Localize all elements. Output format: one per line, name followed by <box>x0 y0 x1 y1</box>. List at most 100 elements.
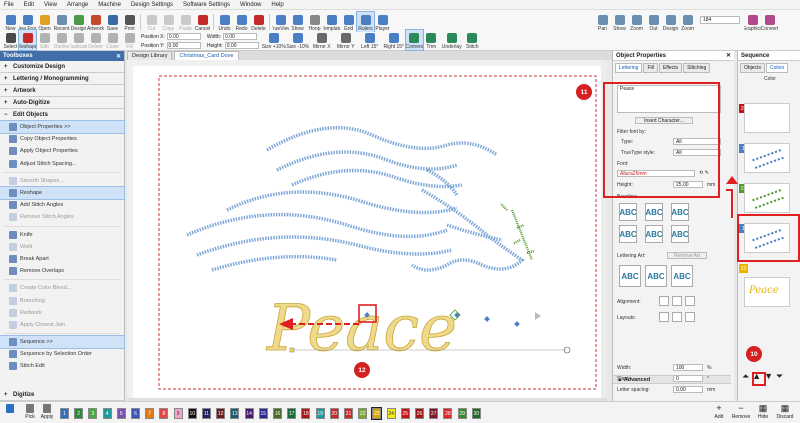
align-right-button[interactable] <box>685 296 695 306</box>
toolbox-item-sequence-by-selection-order[interactable]: Sequence by Selection Order <box>0 348 124 360</box>
toolbox-item-object-properties[interactable]: Object Properties >> <box>0 119 125 135</box>
layout-option[interactable] <box>659 312 669 322</box>
menu-item-design-settings[interactable]: Design Settings <box>131 2 173 8</box>
toolbar-button-redo[interactable]: Redo <box>233 12 250 32</box>
toolbox-category-lettering-monogramming[interactable]: + Lettering / Monogramming <box>0 73 124 85</box>
position-x-input[interactable]: 0.00 <box>166 33 201 40</box>
zoom-value-select[interactable]: 184 <box>700 16 740 24</box>
baseline-option[interactable]: ABC <box>619 203 637 221</box>
lettering-art-option[interactable]: ABC <box>619 265 641 287</box>
doc-tab-christmas-card-dove[interactable]: Christmas_Card Dove <box>174 51 239 60</box>
color-swatch[interactable]: 23 <box>371 407 383 420</box>
transform-underlay[interactable]: Underlay <box>440 30 464 50</box>
width-field-input[interactable]: 0.00 <box>223 33 258 40</box>
color-swatch[interactable]: 2 <box>74 408 84 419</box>
color-swatch[interactable]: 21 <box>344 408 353 419</box>
palette-action-add[interactable]: + Add <box>708 404 730 421</box>
toolbox-item-knife[interactable]: Knife <box>0 229 124 241</box>
toolbox-item-smooth-shapes[interactable]: Smooth Shapes... <box>0 175 124 187</box>
toolbar-button-show[interactable]: Show <box>289 12 306 32</box>
toolbox-category-edit-objects[interactable]: − Edit Objects <box>0 109 124 121</box>
color-swatch[interactable]: 4 <box>102 408 112 419</box>
toolbar-button-design[interactable]: Design <box>70 12 87 32</box>
lettering-art-option[interactable]: ABC <box>671 265 693 287</box>
sequence-thumbnail[interactable]: Peace <box>744 277 790 307</box>
props-tab-lettering[interactable]: Lettering <box>615 63 643 73</box>
toolbar-button-new[interactable]: New <box>2 12 19 32</box>
sequence-tab-colors[interactable]: Colors <box>765 63 789 73</box>
slant-input[interactable]: 0 <box>673 375 703 382</box>
toolbox-item-remove-overlaps[interactable]: Remove Overlaps <box>0 265 124 277</box>
doc-tab-design-library[interactable]: Design Library <box>127 51 173 60</box>
transform-trim[interactable]: Trim <box>423 30 440 50</box>
color-swatch[interactable]: 20 <box>329 408 339 419</box>
menu-item-window[interactable]: Window <box>240 2 261 8</box>
color-swatch[interactable]: 18 <box>301 408 311 419</box>
lettering-art-option[interactable]: ABC <box>645 265 667 287</box>
transform-left-15-[interactable]: Left 15° <box>358 30 382 50</box>
toolbar-button-new-from[interactable]: New From <box>19 12 36 32</box>
palette-action-pick[interactable]: Pick <box>22 404 38 420</box>
color-swatch[interactable]: 22 <box>358 408 368 419</box>
toolbox-item-apply-object-properties[interactable]: Apply Object Properties <box>0 145 124 157</box>
transform-mirror-y[interactable]: Mirror Y <box>334 30 358 50</box>
toolbox-category-auto-digitize[interactable]: + Auto-Digitize <box>0 97 124 109</box>
menu-item-machine[interactable]: Machine <box>98 2 121 8</box>
toolbar-button-undo[interactable]: Undo <box>216 12 233 32</box>
transform-size-10-[interactable]: Size +10% <box>262 30 286 50</box>
toolbar-button-artwork[interactable]: Artwork <box>87 12 104 32</box>
toolbar-button-copy[interactable]: Copy <box>160 12 177 32</box>
color-swatch[interactable]: 19 <box>315 408 325 419</box>
tool-close[interactable]: Close <box>104 30 121 50</box>
color-swatch[interactable]: 3 <box>88 408 98 419</box>
letter-handle[interactable] <box>514 321 520 327</box>
color-swatch[interactable]: 5 <box>116 408 126 419</box>
color-swatch[interactable]: 15 <box>258 408 268 419</box>
color-swatch[interactable]: 12 <box>216 408 226 419</box>
toolbox-item-apply-closest-join[interactable]: Apply Closest Join <box>0 319 124 331</box>
color-swatch[interactable]: 27 <box>429 408 439 419</box>
toolbar-button-graphics[interactable]: Graphics <box>744 12 761 32</box>
remove-art-button[interactable]: Remove Art <box>667 252 707 259</box>
color-swatch[interactable]: 26 <box>415 408 424 419</box>
toolbar-button-open[interactable]: Open <box>36 12 53 32</box>
align-left-button[interactable] <box>659 296 669 306</box>
toolbox-item-redwork[interactable]: Redwork <box>0 307 124 319</box>
olive-branch[interactable] <box>500 203 535 261</box>
toolbar-button-cancel[interactable]: Cancel <box>194 12 211 32</box>
toolbar-button-player[interactable]: Player <box>374 12 391 32</box>
props-tab-stitching[interactable]: Stitching <box>683 63 711 73</box>
toolbox-item-add-stitch-angles[interactable]: Add Stitch Angles <box>0 199 124 211</box>
height-field-input[interactable]: 0.00 <box>224 42 259 49</box>
palette-action-apply[interactable]: Apply <box>39 404 55 420</box>
design-canvas[interactable]: Peace <box>127 60 607 398</box>
toolbar-button-grid[interactable]: Grid <box>340 12 357 32</box>
dove-artwork[interactable] <box>186 125 525 272</box>
transform-stitch[interactable]: Stitch <box>464 30 481 50</box>
toolbar-button-zoom[interactable]: Zoom <box>679 12 696 32</box>
toolbar-button-hoop[interactable]: Hoop <box>306 12 323 32</box>
tool-edit[interactable]: Edit <box>36 30 53 50</box>
toolbox-item-adjust-stitch-spacing[interactable]: Adjust Stitch Spacing... <box>0 158 124 170</box>
toolbox-item-branching[interactable]: Branching <box>0 294 124 306</box>
toolbox-item-stitch-edit[interactable]: Stitch Edit <box>0 360 124 372</box>
align-center-button[interactable] <box>672 296 682 306</box>
color-swatch[interactable]: 25 <box>400 408 410 419</box>
toolbar-button-trueview[interactable]: TrueView <box>272 12 289 32</box>
peace-lettering[interactable]: Peace <box>266 292 571 366</box>
color-swatch[interactable]: 11 <box>202 408 211 419</box>
color-swatch[interactable]: 24 <box>386 408 396 419</box>
transform-size-10-[interactable]: Size -10% <box>286 30 310 50</box>
props-tab-fill[interactable]: Fill <box>643 63 658 73</box>
sequence-thumbnail[interactable] <box>744 143 790 173</box>
toolbar-button-recent[interactable]: Recent <box>53 12 70 32</box>
move-to-start-icon[interactable]: ⏶ <box>742 371 749 382</box>
tool-reshape[interactable]: Reshape <box>18 29 37 51</box>
tool-select[interactable]: Select <box>2 30 19 50</box>
color-swatch[interactable]: 30 <box>471 408 481 419</box>
toolbar-button-delete[interactable]: Delete <box>250 12 267 32</box>
layout-option[interactable] <box>672 312 682 322</box>
letter-handle[interactable] <box>484 316 490 322</box>
menu-item-edit[interactable]: Edit <box>24 2 34 8</box>
close-icon[interactable]: ✕ <box>116 53 121 60</box>
